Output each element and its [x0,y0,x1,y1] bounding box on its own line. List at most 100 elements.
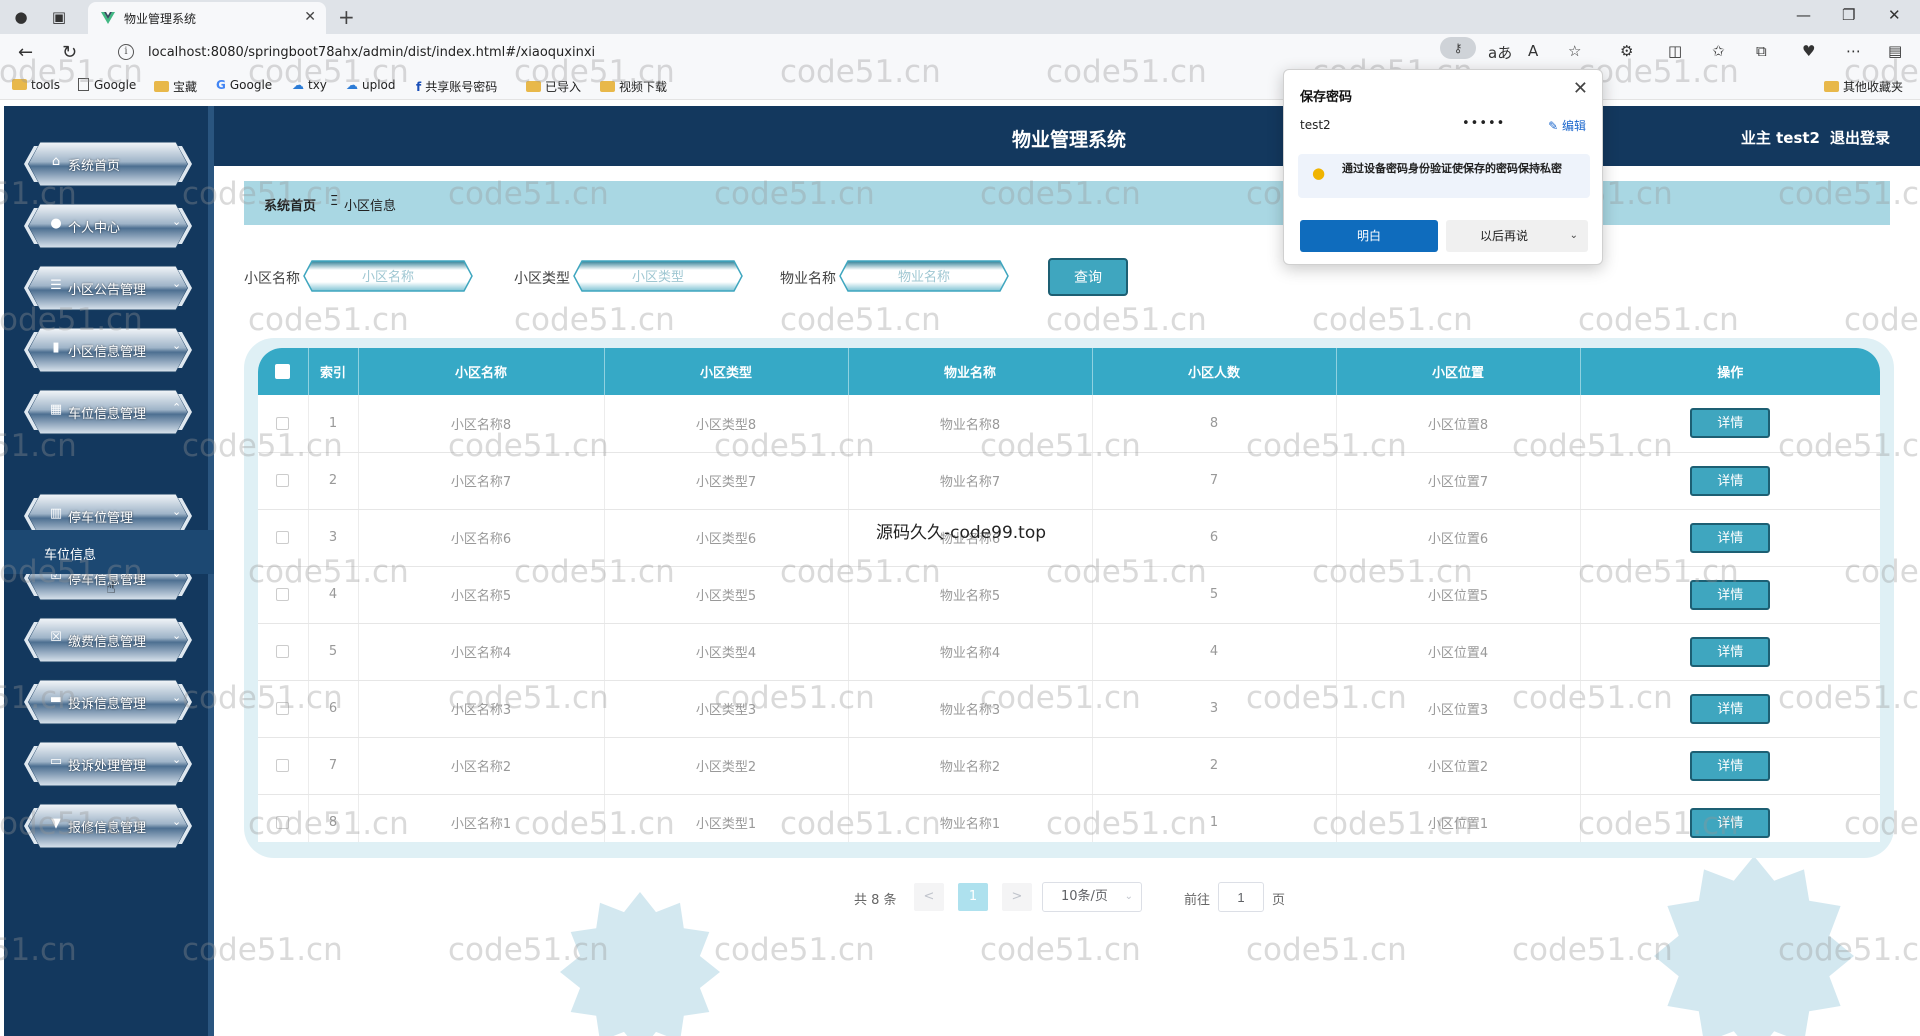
bookmark-google-doc[interactable]: Google [78,78,136,92]
popup-edit-link[interactable]: ✎ 编辑 [1548,117,1586,134]
row-checkbox[interactable] [276,702,290,715]
cell-people: 3 [1092,680,1337,738]
page-suffix: 页 [1272,893,1286,908]
logout-link[interactable]: 退出登录 [1830,129,1890,147]
page-size-select[interactable]: 10条/页 ⌄ [1042,882,1142,912]
collections-icon[interactable]: ⧉ [1756,42,1767,60]
popup-later-button[interactable]: 以后再说 ⌄ [1446,220,1588,252]
sidebar-item-2[interactable]: ● 个人中心 ⌄ [24,198,192,254]
table-row: 2 小区名称7 小区类型7 物业名称7 7 小区位置7 详情 [258,452,1880,510]
chart-icon: ▥ [49,506,63,521]
sidebar-item-label: 小区公告管理 [68,283,147,298]
header-location: 小区位置 [1336,348,1581,395]
row-checkbox[interactable] [276,531,290,544]
row-checkbox[interactable] [276,588,290,601]
bookmark-txy[interactable]: ☁ txy [292,78,327,92]
next-page-button[interactable]: > [1002,883,1032,911]
chevron-icon: ⌄ [172,505,182,518]
profile-icon[interactable]: ● [10,6,32,28]
sidebar-item-11[interactable]: ▼ 报修信息管理 ⌄ [24,798,192,854]
sidebar-item-8[interactable]: ☒ 缴费信息管理 ⌄ [24,612,192,668]
detail-button[interactable]: 详情 [1690,579,1771,610]
type-input[interactable] [586,266,730,286]
row-checkbox[interactable] [276,416,290,430]
browser-tab[interactable]: 物业管理系统 ✕ [88,2,326,34]
browser-essentials-icon[interactable]: ♥ [1802,42,1815,60]
bookmark-tools[interactable]: tools [12,78,60,92]
favorites-icon[interactable]: ✩ [1712,42,1725,60]
extensions-icon[interactable]: ⚙ [1620,42,1633,60]
cell-people: 4 [1092,623,1337,681]
bookmark-other-favorites[interactable]: 其他收藏夹 [1824,78,1903,95]
detail-button[interactable]: 详情 [1690,636,1771,667]
chevron-down-icon: ⌄ [1124,891,1133,902]
favorite-star-icon[interactable]: ☆ [1568,42,1581,60]
chevron-down-icon[interactable]: ⌄ [1570,220,1578,252]
property-input[interactable] [852,266,996,286]
prev-page-button[interactable]: < [914,883,944,911]
sidebar-item-3[interactable]: ☰ 小区公告管理 ⌄ [24,260,192,316]
tab-close-icon[interactable]: ✕ [304,9,316,25]
bookmark-shared-accounts[interactable]: f 共享账号密码 [416,78,497,95]
password-key-icon[interactable]: ⚷ [1440,37,1476,59]
chevron-icon: ⌄ [172,339,182,352]
minimize-icon[interactable]: — [1796,6,1811,24]
chevron-icon: ⌄ [172,629,182,642]
cell-type: 小区类型5 [604,566,849,624]
app-header: 物业管理系统 业主 test2 退出登录 [4,106,1920,166]
name-input[interactable] [316,266,460,286]
detail-button[interactable]: 详情 [1690,408,1771,439]
query-button[interactable]: 查询 [1048,258,1128,296]
detail-button[interactable]: 详情 [1690,750,1771,781]
sidebar-item-1[interactable]: ⌂ 系统首页 [24,136,192,192]
detail-button[interactable]: 详情 [1690,465,1771,496]
detail-button[interactable]: 详情 [1690,522,1771,553]
tab-actions-icon[interactable]: ▣ [48,6,70,28]
page-number-1[interactable]: 1 [958,883,988,911]
popup-close-icon[interactable]: ✕ [1573,78,1588,99]
cell-actions: 详情 [1580,680,1880,738]
back-icon[interactable]: ← [18,42,33,63]
bookmark-video-download[interactable]: 视频下载 [600,78,667,95]
bookmark-treasure[interactable]: 宝藏 [154,78,197,95]
detail-button[interactable]: 详情 [1690,807,1771,838]
home-icon: ⌂ [51,154,61,169]
folder-icon [1824,81,1839,92]
bookmark-google[interactable]: G Google [216,78,272,92]
chevron-icon: ⌃ [172,401,182,414]
sidebar-item-4[interactable]: ▮ 小区信息管理 ⌄ [24,322,192,378]
bookmark-uplod[interactable]: ☁ uplod [346,78,396,92]
row-checkbox[interactable] [276,474,290,487]
row-select-cell [258,566,309,624]
url-text[interactable]: localhost:8080/springboot78ahx/admin/dis… [148,45,595,60]
row-checkbox[interactable] [276,759,290,772]
row-checkbox[interactable] [276,816,290,829]
restore-icon[interactable]: ❐ [1842,6,1855,24]
breadcrumb-home[interactable]: 系统首页 [264,195,316,214]
sidebar-item-10[interactable]: ▭ 投诉处理管理 ⌄ [24,736,192,792]
select-all-checkbox[interactable] [275,364,291,379]
bookmark-imported[interactable]: 已导入 [526,78,581,95]
text-size-icon[interactable]: A [1528,42,1538,60]
window-close-icon[interactable]: ✕ [1888,6,1901,24]
site-info-icon[interactable]: i [118,44,134,60]
reload-icon[interactable]: ↻ [62,42,77,63]
url-box[interactable]: i localhost:8080/springboot78ahx/admin/d… [108,39,1484,67]
cell-index: 4 [308,566,359,624]
row-select-cell [258,794,309,842]
popup-ok-button[interactable]: 明白 [1300,220,1438,252]
more-menu-icon[interactable]: ⋯ [1846,42,1861,60]
split-screen-icon[interactable]: ◫ [1668,42,1682,60]
sidebar-toggle-icon[interactable]: ▤ [1888,42,1902,60]
submenu-item-parking-info[interactable]: 车位信息 [4,530,214,574]
row-checkbox[interactable] [276,645,290,658]
sidebar-item-9[interactable]: ▬ 投诉信息管理 ⌄ [24,674,192,730]
browser-tab-bar: ● ▣ 物业管理系统 ✕ + — ❐ ✕ [0,0,1920,34]
detail-button[interactable]: 详情 [1690,693,1771,724]
new-tab-icon[interactable]: + [338,5,355,29]
row-select-cell [258,737,309,795]
cell-location: 小区位置3 [1336,680,1581,738]
read-aloud-icon[interactable]: aあ [1488,42,1512,63]
goto-page-input[interactable] [1218,882,1264,912]
sidebar-item-5[interactable]: ▦ 车位信息管理 ⌃ [24,384,192,440]
